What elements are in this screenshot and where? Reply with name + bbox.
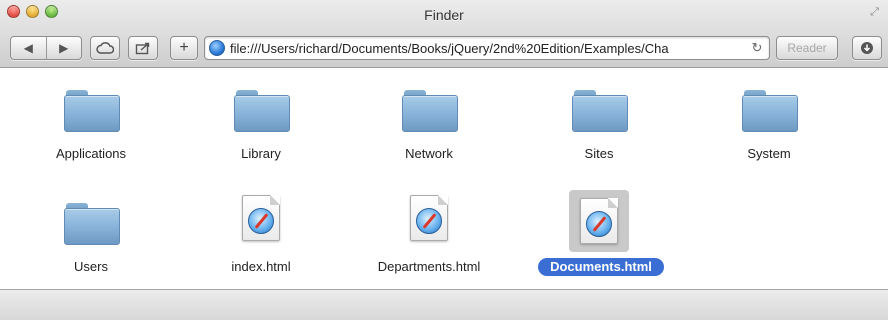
share-icon [135, 42, 150, 55]
forward-arrow-icon[interactable]: ▶ [45, 37, 82, 59]
downloads-button[interactable] [852, 36, 882, 60]
icloud-button[interactable] [90, 36, 120, 60]
item-label: Applications [55, 146, 127, 161]
item-label: Departments.html [377, 259, 481, 274]
html-document-icon[interactable] [242, 195, 280, 241]
share-button[interactable] [128, 36, 158, 60]
safari-compass-icon [586, 211, 612, 237]
address-input[interactable]: file:///Users/richard/Documents/Books/jQ… [230, 41, 749, 56]
window-toolbar: Finder ⤢ ◀ ▶ + file:///Users/richard/Doc… [0, 0, 888, 68]
status-bar [0, 289, 888, 320]
item-label: index.html [231, 259, 291, 274]
fullscreen-icon[interactable]: ⤢ [868, 6, 881, 19]
back-arrow-icon[interactable]: ◀ [11, 37, 46, 59]
item-label: Users [74, 259, 108, 274]
system-folder-icon[interactable] [742, 90, 798, 132]
back-forward-control: ◀ ▶ [10, 36, 82, 60]
item-label: Library [241, 146, 281, 161]
sites-folder-icon[interactable] [572, 90, 628, 132]
library-folder-icon[interactable] [234, 90, 290, 132]
html-document-icon[interactable] [410, 195, 448, 241]
finder-window: Finder ⤢ ◀ ▶ + file:///Users/richard/Doc… [0, 0, 888, 320]
safari-compass-icon [416, 208, 442, 234]
icloud-icon [96, 42, 114, 54]
globe-icon [209, 40, 225, 56]
applications-folder-icon[interactable] [64, 90, 120, 132]
window-title: Finder [424, 7, 464, 23]
address-bar[interactable]: file:///Users/richard/Documents/Books/jQ… [204, 36, 770, 60]
safari-compass-icon [248, 208, 274, 234]
reload-icon[interactable]: ↻ [749, 40, 765, 56]
add-bookmark-button[interactable]: + [170, 36, 198, 60]
file-browser-area: Applications Library Network Sites Syste… [0, 68, 888, 289]
item-label: System [747, 146, 791, 161]
item-label: Network [405, 146, 453, 161]
downloads-icon [861, 42, 873, 54]
network-folder-icon[interactable] [402, 90, 458, 132]
item-label: Sites [584, 146, 614, 161]
plus-icon: + [179, 39, 189, 56]
users-folder-icon[interactable] [64, 203, 120, 245]
reader-button[interactable]: Reader [776, 36, 838, 60]
html-document-icon[interactable] [580, 198, 618, 244]
selected-item-label[interactable]: Documents.html [538, 258, 664, 276]
